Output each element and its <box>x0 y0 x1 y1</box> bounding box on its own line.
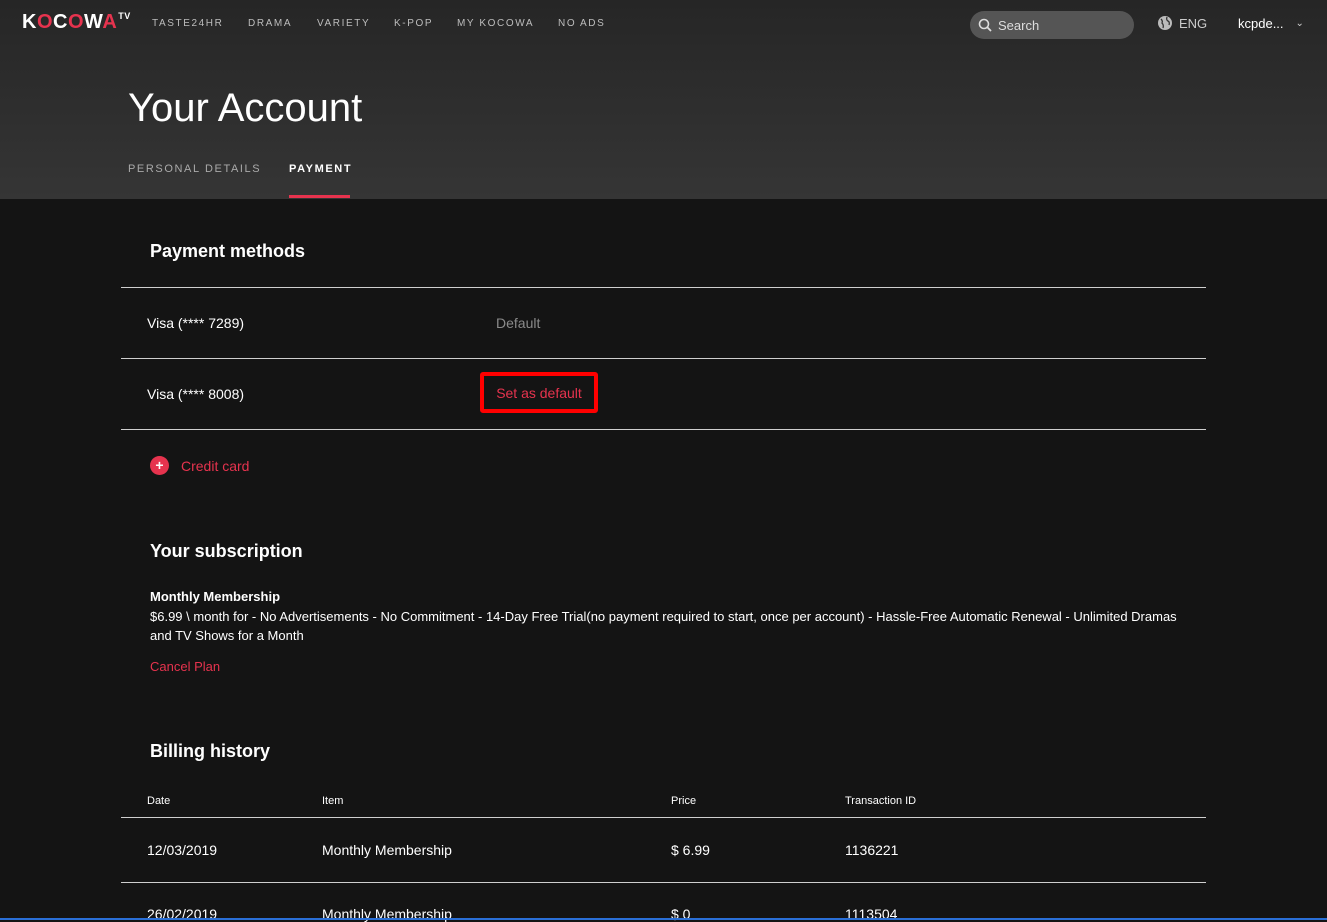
nav-my-kocowa[interactable]: MY KOCOWA <box>457 18 534 29</box>
divider <box>121 287 1206 288</box>
nav-variety[interactable]: VARIETY <box>317 18 370 29</box>
globe-icon <box>1158 16 1172 30</box>
billing-history-heading: Billing history <box>150 741 271 761</box>
language-label: ENG <box>1179 15 1208 31</box>
language-selector[interactable]: ENG <box>1157 15 1207 31</box>
column-header-item: Item <box>322 795 344 807</box>
default-badge: Default <box>496 315 541 331</box>
tab-payment[interactable]: PAYMENT <box>289 163 352 175</box>
search-icon <box>978 18 992 32</box>
billing-row-price: $ 6.99 <box>671 842 710 858</box>
active-tab-indicator <box>289 195 350 198</box>
nav-kpop[interactable]: K-POP <box>394 18 433 29</box>
billing-row-item: Monthly Membership <box>322 842 452 858</box>
card-label-8008: Visa (**** 8008) <box>147 386 245 402</box>
divider <box>121 429 1206 430</box>
search-box[interactable] <box>970 11 1134 39</box>
divider <box>121 817 1206 818</box>
divider <box>121 358 1206 359</box>
user-menu[interactable]: kcpde... ⌄ <box>1238 16 1304 31</box>
subscription-heading: Your subscription <box>150 541 303 561</box>
page-title: Your Account <box>128 86 363 130</box>
billing-row-transaction-id: 1136221 <box>845 842 899 858</box>
set-as-default-button[interactable]: Set as default <box>480 372 598 413</box>
search-input[interactable] <box>998 17 1118 33</box>
add-credit-card-label: Credit card <box>181 457 250 474</box>
nav-drama[interactable]: DRAMA <box>248 18 292 29</box>
column-header-date: Date <box>147 795 171 807</box>
add-credit-card-button[interactable]: + Credit card <box>150 456 249 475</box>
payment-methods-heading: Payment methods <box>150 241 306 261</box>
chevron-down-icon: ⌄ <box>1295 18 1304 29</box>
billing-row-date: 12/03/2019 <box>147 842 218 858</box>
column-header-price: Price <box>671 795 697 807</box>
divider <box>121 882 1206 883</box>
tab-personal-details[interactable]: PERSONAL DETAILS <box>128 163 261 175</box>
column-header-transaction-id: Transaction ID <box>845 795 917 807</box>
kocowa-logo[interactable]: KOCOWATV <box>22 11 131 34</box>
plan-description: $6.99 \ month for - No Advertisements - … <box>150 609 1177 643</box>
nav-taste24hr[interactable]: TASTE24HR <box>152 18 223 29</box>
card-label-7289: Visa (**** 7289) <box>147 315 245 331</box>
plan-name: Monthly Membership <box>150 589 281 604</box>
user-name: kcpde... <box>1238 16 1284 31</box>
cancel-plan-link[interactable]: Cancel Plan <box>150 659 220 674</box>
nav-no-ads[interactable]: NO ADS <box>558 18 605 29</box>
plus-icon: + <box>150 456 169 475</box>
